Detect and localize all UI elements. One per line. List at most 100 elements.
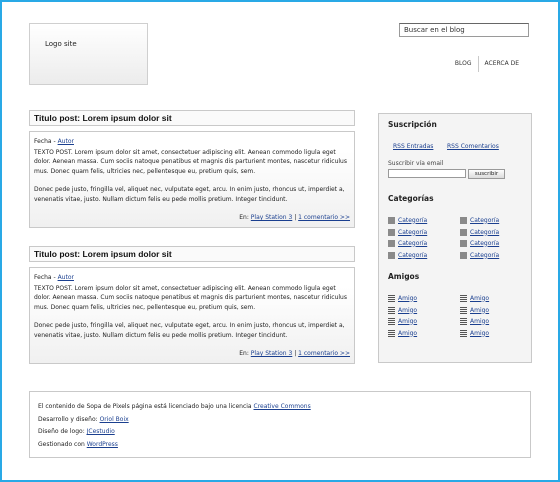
friend-link[interactable]: Amigo xyxy=(398,307,417,314)
post-paragraph: TEXTO POST. Lorem ipsum dolor sit amet, … xyxy=(34,148,347,175)
post: Titulo post: Lorem ipsum dolor sit Fecha… xyxy=(29,246,355,364)
category-item[interactable]: Categoría xyxy=(460,215,499,225)
post-paragraph: Donec pede justo, fringilla vel, aliquet… xyxy=(34,186,345,203)
friend-item[interactable]: Amigo xyxy=(460,328,489,338)
square-icon xyxy=(388,239,395,247)
post-category-link[interactable]: Play Station 3 xyxy=(251,214,292,221)
footer-managed-text: Gestionado con xyxy=(38,441,85,448)
footer-logo-credit: Diseño de logo: JCestudio xyxy=(38,428,115,435)
post-meta: Fecha - Autor xyxy=(34,138,74,145)
email-field[interactable] xyxy=(388,169,466,178)
square-icon xyxy=(460,228,467,236)
post-footer-prefix: En: xyxy=(239,214,249,221)
wordpress-link[interactable]: WordPress xyxy=(87,441,118,448)
category-link[interactable]: Categoría xyxy=(398,252,427,259)
square-icon xyxy=(460,239,467,247)
category-link[interactable]: Categoría xyxy=(470,240,499,247)
post-footer: En: Play Station 3 | 1 comentario >> xyxy=(34,213,350,223)
square-icon xyxy=(460,216,467,224)
post-author-link[interactable]: Autor xyxy=(58,138,74,145)
friend-item[interactable]: Amigo xyxy=(460,305,489,315)
friend-link[interactable]: Amigo xyxy=(398,295,417,302)
rss-comments-link[interactable]: RSS Comentarios xyxy=(447,143,499,150)
creative-commons-link[interactable]: Creative Commons xyxy=(254,403,311,410)
site-footer: El contenido de Sopa de Pixels página es… xyxy=(29,391,531,458)
friend-link[interactable]: Amigo xyxy=(470,307,489,314)
categories-heading: Categorías xyxy=(388,194,434,203)
post-category-link[interactable]: Play Station 3 xyxy=(251,350,292,357)
friends-heading: Amigos xyxy=(388,272,420,281)
square-icon xyxy=(388,216,395,224)
post-paragraph: Donec pede justo, fringilla vel, aliquet… xyxy=(34,322,345,339)
footer-managed: Gestionado con WordPress xyxy=(38,441,118,448)
footer-dev: Desarrollo y diseño: Oriol Boix xyxy=(38,416,129,423)
list-icon xyxy=(460,317,467,325)
post-footer-prefix: En: xyxy=(239,350,249,357)
post-body: Fecha - Autor TEXTO POST. Lorem ipsum do… xyxy=(29,267,355,364)
post-paragraph: TEXTO POST. Lorem ipsum dolor sit amet, … xyxy=(34,284,347,311)
list-icon xyxy=(388,294,395,302)
footer-dev-text: Desarrollo y diseño: xyxy=(38,416,98,423)
category-item[interactable]: Categoría xyxy=(460,238,499,248)
category-item[interactable]: Categoría xyxy=(388,250,427,260)
post-comments-link[interactable]: 1 comentario >> xyxy=(298,350,350,357)
list-icon xyxy=(460,294,467,302)
list-icon xyxy=(388,329,395,337)
subscribe-label: Suscribir vía email xyxy=(388,160,444,167)
post-title[interactable]: Titulo post: Lorem ipsum dolor sit xyxy=(29,110,355,126)
rss-entries-link[interactable]: RSS Entradas xyxy=(393,143,433,150)
category-link[interactable]: Categoría xyxy=(470,217,499,224)
search-input[interactable] xyxy=(399,23,529,37)
category-link[interactable]: Categoría xyxy=(470,229,499,236)
post-text: TEXTO POST. Lorem ipsum dolor sit amet, … xyxy=(34,148,350,205)
post-footer-separator: | xyxy=(294,350,297,357)
category-link[interactable]: Categoría xyxy=(398,217,427,224)
post-footer-separator: | xyxy=(294,214,297,221)
site-logo[interactable]: Logo site xyxy=(29,23,148,85)
list-icon xyxy=(388,317,395,325)
subscription-heading: Suscripción xyxy=(388,120,437,129)
square-icon xyxy=(460,251,467,259)
square-icon xyxy=(388,251,395,259)
post-date: Fecha xyxy=(34,274,52,281)
category-link[interactable]: Categoría xyxy=(470,252,499,259)
category-item[interactable]: Categoría xyxy=(460,250,499,260)
nav-blog[interactable]: BLOG xyxy=(449,60,478,72)
friend-link[interactable]: Amigo xyxy=(398,318,417,325)
post-author-link[interactable]: Autor xyxy=(58,274,74,281)
footer-logo-text: Diseño de logo: xyxy=(38,428,85,435)
friend-item[interactable]: Amigo xyxy=(388,328,417,338)
friend-item[interactable]: Amigo xyxy=(388,316,417,326)
post-meta: Fecha - Autor xyxy=(34,274,74,281)
list-icon xyxy=(460,306,467,314)
page-frame: Logo site BLOG ACERCA DE Titulo post: Lo… xyxy=(0,0,560,482)
post-title[interactable]: Titulo post: Lorem ipsum dolor sit xyxy=(29,246,355,262)
top-nav: BLOG ACERCA DE xyxy=(449,56,525,72)
post-text: TEXTO POST. Lorem ipsum dolor sit amet, … xyxy=(34,284,350,341)
logo-designer-link[interactable]: JCestudio xyxy=(87,428,115,435)
friend-item[interactable]: Amigo xyxy=(388,305,417,315)
subscribe-button[interactable]: suscribir xyxy=(468,169,505,179)
post-date: Fecha xyxy=(34,138,52,145)
friend-item[interactable]: Amigo xyxy=(388,293,417,303)
category-item[interactable]: Categoría xyxy=(388,238,427,248)
nav-about[interactable]: ACERCA DE xyxy=(479,60,525,72)
post-comments-link[interactable]: 1 comentario >> xyxy=(298,214,350,221)
post-footer: En: Play Station 3 | 1 comentario >> xyxy=(34,349,350,359)
friend-link[interactable]: Amigo xyxy=(398,330,417,337)
post: Titulo post: Lorem ipsum dolor sit Fecha… xyxy=(29,110,355,228)
friend-link[interactable]: Amigo xyxy=(470,295,489,302)
category-item[interactable]: Categoría xyxy=(460,227,499,237)
developer-link[interactable]: Oriol Boix xyxy=(100,416,129,423)
friend-item[interactable]: Amigo xyxy=(460,293,489,303)
list-icon xyxy=(460,329,467,337)
friend-link[interactable]: Amigo xyxy=(470,330,489,337)
friend-link[interactable]: Amigo xyxy=(470,318,489,325)
category-item[interactable]: Categoría xyxy=(388,227,427,237)
footer-license-text: El contenido de Sopa de Pixels página es… xyxy=(38,403,252,410)
friend-item[interactable]: Amigo xyxy=(460,316,489,326)
category-link[interactable]: Categoría xyxy=(398,229,427,236)
category-link[interactable]: Categoría xyxy=(398,240,427,247)
sidebar: Suscripción RSS Entradas RSS Comentarios… xyxy=(378,113,532,363)
category-item[interactable]: Categoría xyxy=(388,215,427,225)
